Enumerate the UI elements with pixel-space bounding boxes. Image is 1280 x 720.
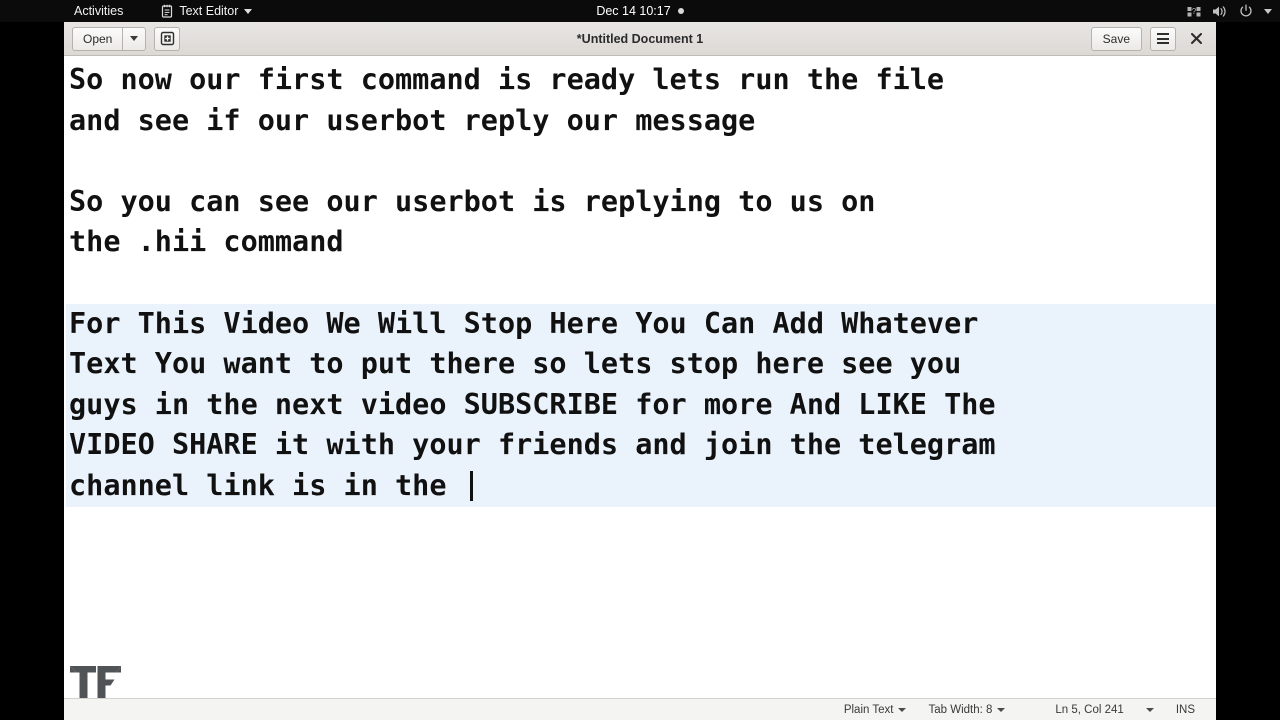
language-selector[interactable]: Plain Text — [833, 704, 918, 716]
close-window-button[interactable] — [1184, 27, 1208, 51]
document-line[interactable] — [66, 141, 1216, 182]
document-line-text: So now our first command is ready lets r… — [69, 63, 945, 96]
tab-width-label: Tab Width: 8 — [928, 703, 993, 716]
document-line[interactable] — [66, 263, 1216, 304]
header-left-controls: Open — [72, 26, 181, 51]
cursor-position-label: Ln 5, Col 241 — [1055, 703, 1124, 716]
document-line-text: VIDEO SHARE it with your friends and joi… — [69, 428, 996, 462]
document-line[interactable]: So you can see our userbot is replying t… — [66, 182, 1216, 223]
header-right-controls: Save — [1090, 26, 1208, 51]
document-line[interactable]: Text You want to put there so lets stop … — [66, 344, 1216, 385]
window-header-bar: Open *Untitled Document 1 Save — [64, 22, 1216, 56]
open-dropdown-button[interactable] — [122, 26, 147, 51]
text-cursor — [469, 470, 473, 501]
document-line-text: the .hii command — [69, 225, 344, 259]
status-bar: Plain Text Tab Width: 8 Ln 5, Col 241 IN… — [64, 698, 1216, 720]
gnome-top-bar: Activities Text Editor Dec 14 10:17 ? — [0, 0, 1280, 22]
chevron-down-icon — [1145, 707, 1154, 712]
chevron-down-icon[interactable] — [1264, 8, 1272, 14]
svg-text:?: ? — [1192, 7, 1197, 16]
document-line-text: and see if our userbot reply our message — [69, 103, 756, 137]
open-button-label: Open — [83, 31, 113, 46]
new-document-button[interactable] — [154, 26, 181, 51]
text-editor-area[interactable]: So now our first command is ready lets r… — [64, 56, 1216, 698]
window-title: *Untitled Document 1 — [576, 31, 704, 46]
new-document-icon — [160, 31, 175, 46]
close-icon — [1190, 33, 1202, 44]
screen-root: Activities Text Editor Dec 14 10:17 ? Op… — [0, 0, 1280, 720]
tab-width-selector[interactable]: Tab Width: 8 — [917, 704, 1016, 716]
system-tray[interactable]: ? — [1187, 0, 1272, 22]
recording-dot-icon — [677, 8, 684, 14]
accessibility-icon: ? — [1187, 5, 1201, 18]
document-line[interactable]: guys in the next video SUBSCRIBE for mor… — [66, 384, 1216, 426]
text-editor-window: Open *Untitled Document 1 Save So now ou… — [64, 22, 1216, 720]
power-icon — [1239, 4, 1253, 18]
hamburger-menu-icon — [1157, 33, 1169, 44]
activities-label: Activities — [74, 4, 124, 18]
document-line[interactable]: So now our first command is ready lets r… — [66, 60, 1216, 101]
chevron-down-icon — [130, 36, 139, 41]
insert-mode-indicator[interactable]: INS — [1165, 704, 1206, 716]
app-menu-label: Text Editor — [179, 4, 239, 18]
top-bar-left: Activities Text Editor — [0, 0, 253, 22]
chevron-down-icon — [244, 8, 253, 14]
activities-button[interactable]: Activities — [64, 0, 133, 22]
document-line[interactable]: and see if our userbot reply our message — [66, 101, 1216, 142]
chevron-down-icon — [898, 707, 907, 712]
chevron-down-icon — [997, 707, 1006, 712]
document-line[interactable]: VIDEO SHARE it with your friends and joi… — [66, 425, 1216, 466]
document-line[interactable]: channel link is in the — [66, 465, 1216, 507]
document-line-text: Text You want to put there so lets stop … — [69, 347, 962, 381]
document-line[interactable]: For This Video We Will Stop Here You Can… — [66, 303, 1216, 345]
open-button[interactable]: Open — [72, 26, 123, 51]
cursor-position-dropdown[interactable] — [1135, 707, 1165, 712]
document-line-text: For This Video We Will Stop Here You Can… — [69, 306, 979, 340]
document-line-text: guys in the next video SUBSCRIBE for mor… — [69, 387, 996, 421]
app-menu-button[interactable]: Text Editor — [161, 4, 253, 18]
cursor-position-indicator[interactable]: Ln 5, Col 241 — [1044, 704, 1134, 716]
language-label: Plain Text — [843, 703, 894, 716]
save-button[interactable]: Save — [1090, 26, 1142, 51]
tf-logo-watermark — [66, 660, 128, 698]
notepad-icon — [161, 4, 173, 18]
save-button-label: Save — [1102, 31, 1130, 46]
document-line-text: channel link is in the — [69, 468, 464, 502]
volume-icon — [1212, 5, 1228, 18]
open-split-button[interactable]: Open — [72, 26, 147, 51]
document-line-text: So you can see our userbot is replying t… — [69, 184, 876, 218]
insert-mode-label: INS — [1175, 703, 1195, 716]
main-menu-button[interactable] — [1150, 26, 1176, 51]
document-line[interactable]: the .hii command — [66, 222, 1216, 263]
document-content[interactable]: So now our first command is ready lets r… — [64, 56, 1216, 507]
clock-label: Dec 14 10:17 — [596, 4, 671, 18]
